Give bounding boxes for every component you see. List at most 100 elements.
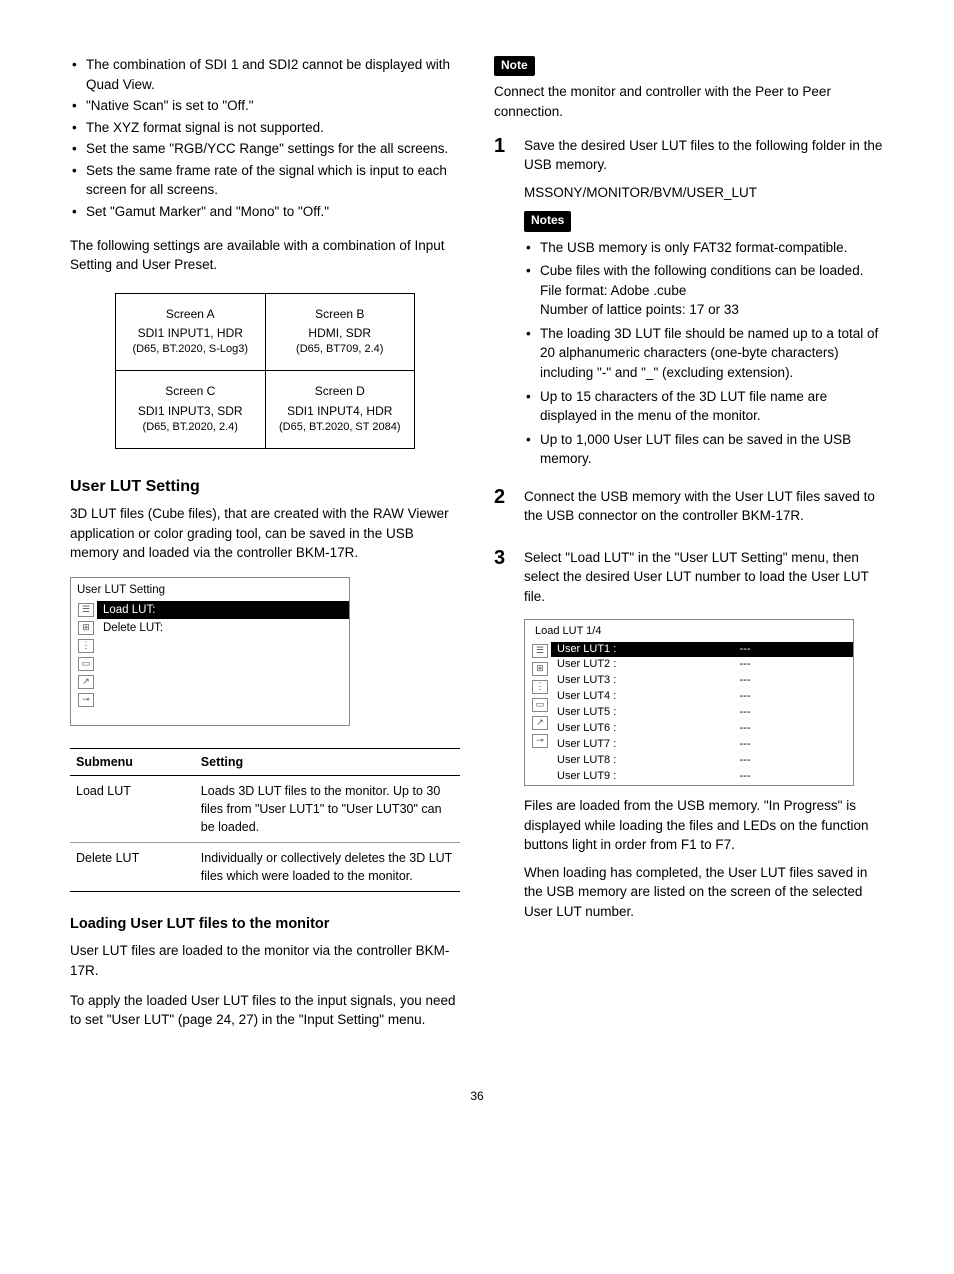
- menu-icon: ⋮: [78, 639, 94, 653]
- menu-title: User LUT Setting: [71, 578, 349, 601]
- screen-a-cell: Screen A SDI1 INPUT1, HDR (D65, BT.2020,…: [116, 293, 266, 371]
- lut-row[interactable]: User LUT9 : ---: [551, 769, 853, 785]
- bullet-item: Set the same "RGB/YCC Range" settings fo…: [70, 139, 460, 159]
- load-lut-menu: Load LUT 1/4 ☰ ⊞ ⋮ ▭ ↗ ⊸ User LUT1: [524, 619, 854, 786]
- note-chip: Note: [494, 56, 535, 76]
- lut-label: User LUT1 :: [557, 642, 643, 658]
- loading-heading: Loading User LUT files to the monitor: [70, 914, 460, 935]
- lut-row[interactable]: User LUT6 : ---: [551, 721, 853, 737]
- menu-icon: ⊞: [532, 662, 548, 676]
- notes-chip: Notes: [524, 211, 571, 231]
- user-lut-menu: User LUT Setting ☰ ⊞ ⋮ ▭ ↗ ⊸ Load LUT: D…: [70, 577, 350, 726]
- screen-spec: (D65, BT.2020, ST 2084): [274, 420, 407, 436]
- submenu-val: Loads 3D LUT files to the monitor. Up to…: [195, 775, 460, 842]
- step-3: 3 Select "Load LUT" in the "User LUT Set…: [494, 548, 884, 929]
- intro-bullets: The combination of SDI 1 and SDI2 cannot…: [70, 55, 460, 222]
- step-number: 1: [494, 136, 510, 473]
- user-lut-desc: 3D LUT files (Cube files), that are crea…: [70, 504, 460, 563]
- lut-label: User LUT5 :: [557, 705, 643, 721]
- menu-icon: ☰: [532, 644, 548, 658]
- note-item: Up to 1,000 User LUT files can be saved …: [524, 430, 884, 469]
- lut-label: User LUT2 :: [557, 657, 643, 673]
- user-lut-heading: User LUT Setting: [70, 475, 460, 498]
- screen-b-cell: Screen B HDMI, SDR (D65, BT709, 2.4): [265, 293, 415, 371]
- lut-row[interactable]: User LUT4 : ---: [551, 689, 853, 705]
- menu-icon: ⊸: [532, 734, 548, 748]
- lut-label: User LUT3 :: [557, 673, 643, 689]
- step-number: 3: [494, 548, 510, 929]
- note-item: The USB memory is only FAT32 format-comp…: [524, 238, 884, 258]
- screen-spec: (D65, BT709, 2.4): [274, 342, 407, 358]
- right-column: Note Connect the monitor and controller …: [494, 55, 884, 1040]
- screen-title: Screen A: [124, 306, 257, 323]
- screen-signal: SDI1 INPUT3, SDR: [124, 403, 257, 420]
- screen-title: Screen B: [274, 306, 407, 323]
- step-2: 2 Connect the USB memory with the User L…: [494, 487, 884, 534]
- submenu-key: Delete LUT: [70, 843, 195, 892]
- bullet-item: The XYZ format signal is not supported.: [70, 118, 460, 138]
- menu-item-load-lut[interactable]: Load LUT:: [97, 601, 349, 620]
- menu-icon: ⊞: [78, 621, 94, 635]
- menu-icon: ▭: [532, 698, 548, 712]
- lut-label: User LUT4 :: [557, 689, 643, 705]
- lut-label: User LUT7 :: [557, 737, 643, 753]
- screen-spec: (D65, BT.2020, 2.4): [124, 420, 257, 436]
- step2-p1: Connect the USB memory with the User LUT…: [524, 487, 884, 526]
- screen-signal: SDI1 INPUT4, HDR: [274, 403, 407, 420]
- menu-item-delete-lut[interactable]: Delete LUT:: [97, 619, 349, 638]
- submenu-header: Submenu: [70, 748, 195, 775]
- menu-icon: ⋮: [532, 680, 548, 694]
- bullet-item: Sets the same frame rate of the signal w…: [70, 161, 460, 200]
- lut-value: ---: [643, 769, 847, 785]
- lut-value: ---: [643, 689, 847, 705]
- lut-value: ---: [643, 673, 847, 689]
- lut-value: ---: [643, 642, 847, 658]
- note-text: Connect the monitor and controller with …: [494, 82, 884, 121]
- step1-notes: The USB memory is only FAT32 format-comp…: [524, 238, 884, 469]
- menu-icon: ▭: [78, 657, 94, 671]
- lut-row[interactable]: User LUT3 : ---: [551, 673, 853, 689]
- step3-p2: Files are loaded from the USB memory. "I…: [524, 796, 884, 855]
- lut-label: User LUT8 :: [557, 753, 643, 769]
- note-item: Up to 15 characters of the 3D LUT file n…: [524, 387, 884, 426]
- menu-icon: ↗: [532, 716, 548, 730]
- submenu-key: Load LUT: [70, 775, 195, 842]
- screen-title: Screen D: [274, 383, 407, 400]
- left-column: The combination of SDI 1 and SDI2 cannot…: [70, 55, 460, 1040]
- lut-row[interactable]: User LUT2 : ---: [551, 657, 853, 673]
- submenu-val: Individually or collectively deletes the…: [195, 843, 460, 892]
- lut-row[interactable]: User LUT8 : ---: [551, 753, 853, 769]
- lut-value: ---: [643, 657, 847, 673]
- screen-spec: (D65, BT.2020, S-Log3): [124, 342, 257, 358]
- step1-p1: Save the desired User LUT files to the f…: [524, 136, 884, 175]
- lut-value: ---: [643, 721, 847, 737]
- menu-icon: ☰: [78, 603, 94, 617]
- lut-value: ---: [643, 753, 847, 769]
- menu-sidebar-icons: ☰ ⊞ ⋮ ▭ ↗ ⊸: [525, 642, 551, 785]
- page-number: 36: [70, 1088, 884, 1105]
- menu-sidebar-icons: ☰ ⊞ ⋮ ▭ ↗ ⊸: [71, 601, 97, 725]
- step-number: 2: [494, 487, 510, 534]
- loading-p1: User LUT files are loaded to the monitor…: [70, 941, 460, 980]
- lut-row[interactable]: User LUT1 : ---: [551, 642, 853, 658]
- menu-icon: ⊸: [78, 693, 94, 707]
- submenu-table: Submenu Setting Load LUT Loads 3D LUT fi…: [70, 748, 460, 893]
- step1-path: MSSONY/MONITOR/BVM/USER_LUT: [524, 183, 884, 203]
- bullet-item: "Native Scan" is set to "Off.": [70, 96, 460, 116]
- lut-value: ---: [643, 737, 847, 753]
- screen-c-cell: Screen C SDI1 INPUT3, SDR (D65, BT.2020,…: [116, 371, 266, 449]
- step-1: 1 Save the desired User LUT files to the…: [494, 136, 884, 473]
- bullet-item: Set "Gamut Marker" and "Mono" to "Off.": [70, 202, 460, 222]
- loading-p2: To apply the loaded User LUT files to th…: [70, 991, 460, 1030]
- lut-label: User LUT6 :: [557, 721, 643, 737]
- bullet-item: The combination of SDI 1 and SDI2 cannot…: [70, 55, 460, 94]
- lut-row[interactable]: User LUT7 : ---: [551, 737, 853, 753]
- screen-title: Screen C: [124, 383, 257, 400]
- note-item: The loading 3D LUT file should be named …: [524, 324, 884, 383]
- lut-value: ---: [643, 705, 847, 721]
- submenu-header: Setting: [195, 748, 460, 775]
- lut-label: User LUT9 :: [557, 769, 643, 785]
- screen-signal: HDMI, SDR: [274, 325, 407, 342]
- lut-row[interactable]: User LUT5 : ---: [551, 705, 853, 721]
- menu-icon: ↗: [78, 675, 94, 689]
